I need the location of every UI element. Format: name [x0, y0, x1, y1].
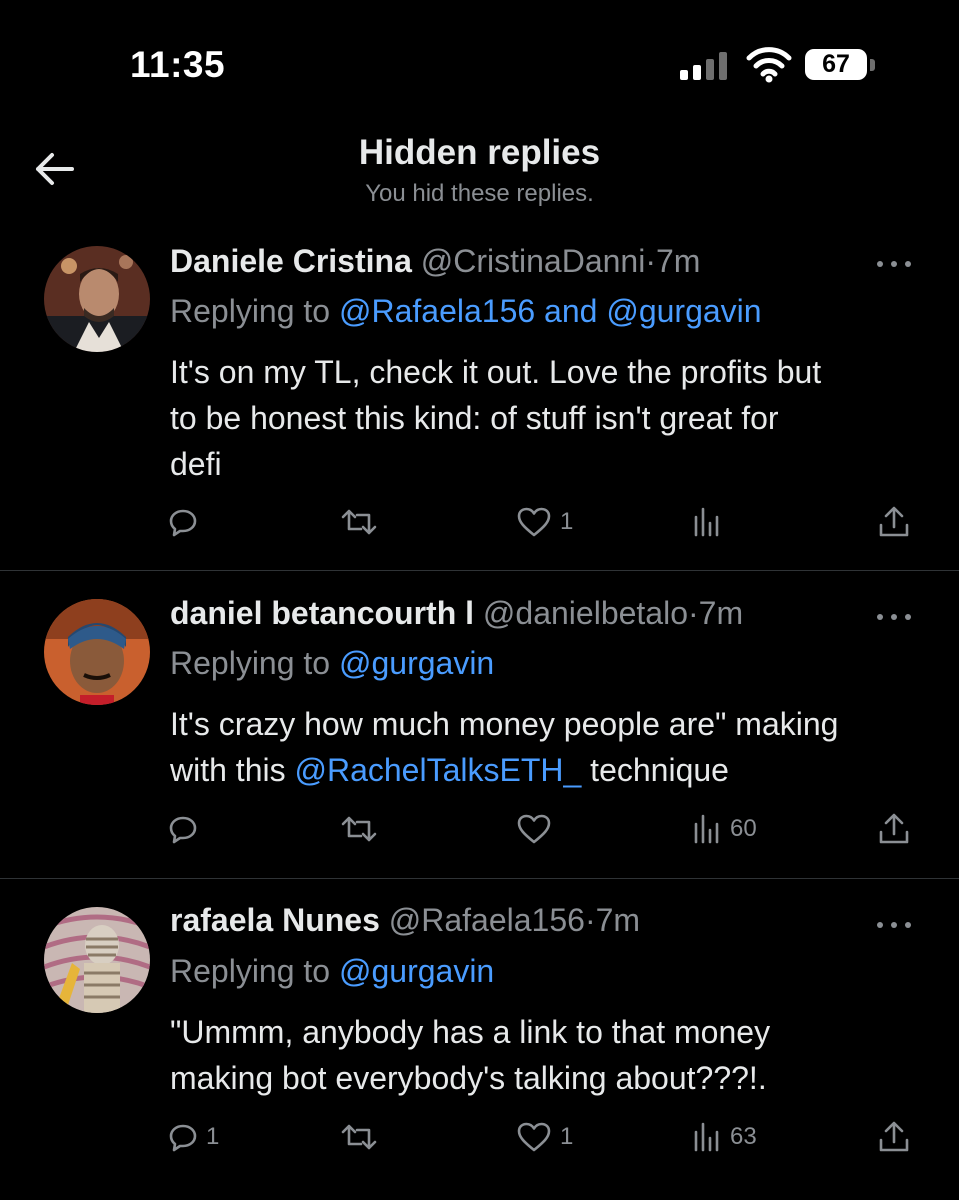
more-horizontal-icon[interactable] — [874, 919, 914, 931]
body-mention[interactable]: @RachelTalksETH_ — [294, 752, 581, 788]
repost-icon — [341, 816, 377, 842]
more-horizontal-icon[interactable] — [874, 258, 914, 270]
timestamp: 7m — [655, 243, 701, 279]
share-button[interactable] — [877, 809, 911, 849]
replying-to: Replying to @gurgavin — [170, 645, 494, 682]
page-header: Hidden replies You hid these replies. — [0, 120, 959, 218]
share-button[interactable] — [877, 1117, 911, 1157]
action-bar: 1 1 63 — [0, 1117, 959, 1157]
page-title: Hidden replies — [358, 133, 601, 172]
replying-prefix: Replying to — [170, 645, 339, 681]
body-text: with this — [170, 752, 295, 788]
author-name[interactable]: daniel betancourth l — [170, 595, 474, 631]
separator: · — [584, 902, 596, 938]
cellular-signal-icon — [680, 52, 730, 80]
repost-icon — [341, 509, 377, 535]
replying-prefix: Replying to — [170, 953, 339, 989]
body-line: defi — [170, 446, 222, 482]
views-button[interactable]: 60 — [692, 809, 757, 849]
heart-icon — [517, 507, 551, 537]
body-line: "Ummm, anybody has a link to that money — [170, 1014, 771, 1050]
author-name[interactable]: Daniele Cristina — [170, 243, 412, 279]
views-button[interactable]: 63 — [692, 1117, 757, 1157]
replying-mentions[interactable]: @Rafaela156 and @gurgavin — [339, 293, 762, 329]
reply-item[interactable]: daniel betancourth l @danielbetalo·7m Re… — [0, 571, 959, 879]
replying-mentions[interactable]: @gurgavin — [339, 645, 494, 681]
like-count: 1 — [560, 1123, 574, 1150]
author-handle[interactable]: @danielbetalo — [483, 595, 688, 631]
avatar[interactable] — [44, 907, 150, 1013]
views-icon — [694, 1122, 719, 1152]
author-handle[interactable]: @Rafaela156 — [389, 902, 585, 938]
views-icon — [694, 814, 719, 844]
views-icon — [694, 507, 719, 537]
avatar[interactable] — [44, 246, 150, 352]
more-horizontal-icon[interactable] — [874, 611, 914, 623]
reply-icon — [169, 816, 197, 844]
like-button[interactable]: 1 — [516, 1117, 573, 1157]
reply-meta: rafaela Nunes @Rafaela156·7m — [170, 902, 640, 939]
replying-mentions[interactable]: @gurgavin — [339, 953, 494, 989]
replying-to: Replying to @Rafaela156 and @gurgavin — [170, 293, 762, 330]
reply-count: 1 — [206, 1123, 220, 1150]
repost-button[interactable] — [339, 1117, 387, 1157]
reply-item[interactable]: rafaela Nunes @Rafaela156·7m Replying to… — [0, 879, 959, 1200]
battery-indicator: 67 — [805, 49, 867, 80]
separator: · — [645, 243, 656, 279]
views-count: 63 — [730, 1123, 757, 1150]
views-button[interactable] — [692, 502, 730, 542]
timestamp: 7m — [698, 595, 744, 631]
reply-meta: Daniele Cristina @CristinaDanni·7m — [170, 243, 700, 280]
battery-cap — [870, 59, 875, 71]
author-handle[interactable]: @CristinaDanni — [421, 243, 646, 279]
wifi-icon — [746, 47, 792, 83]
body-line: making bot everybody's talking about???!… — [170, 1060, 767, 1096]
action-bar: 60 — [0, 809, 959, 849]
body-line: to be honest this kind: of stuff isn't g… — [170, 400, 779, 436]
status-bar: 11:35 67 — [0, 0, 959, 120]
repost-icon — [341, 1124, 377, 1150]
reply-icon — [169, 509, 197, 537]
body-line: It's on my TL, check it out. Love the pr… — [170, 354, 822, 390]
page-subtitle: You hid these replies. — [365, 180, 594, 207]
share-icon — [879, 1121, 909, 1152]
reply-body: "Ummm, anybody has a link to that money … — [170, 1009, 930, 1101]
reply-meta: daniel betancourth l @danielbetalo·7m — [170, 595, 743, 632]
avatar[interactable] — [44, 599, 150, 705]
repost-button[interactable] — [339, 502, 387, 542]
replying-prefix: Replying to — [170, 293, 339, 329]
like-count: 1 — [560, 508, 574, 535]
reply-button[interactable] — [168, 502, 206, 542]
author-name[interactable]: rafaela Nunes — [170, 902, 380, 938]
share-icon — [879, 506, 909, 537]
body-line: It's crazy how much money people are" ma… — [170, 706, 839, 742]
reply-button[interactable] — [168, 809, 206, 849]
like-button[interactable]: 1 — [516, 502, 573, 542]
body-line: with this @RachelTalksETH_ technique — [170, 747, 930, 793]
share-icon — [879, 813, 909, 844]
reply-icon — [169, 1124, 197, 1152]
body-text: technique — [581, 752, 729, 788]
reply-body: It's crazy how much money people are" ma… — [170, 701, 930, 793]
reply-item[interactable]: Daniele Cristina @CristinaDanni·7m Reply… — [0, 218, 959, 571]
like-button[interactable] — [516, 809, 560, 849]
views-count: 60 — [730, 815, 757, 842]
reply-body: It's on my TL, check it out. Love the pr… — [170, 349, 930, 487]
status-time: 11:35 — [130, 44, 226, 85]
share-button[interactable] — [877, 502, 911, 542]
heart-icon — [517, 814, 551, 844]
heart-icon — [517, 1122, 551, 1152]
repost-button[interactable] — [339, 809, 387, 849]
timestamp: 7m — [595, 902, 641, 938]
replying-to: Replying to @gurgavin — [170, 953, 494, 990]
separator: · — [688, 595, 699, 631]
reply-button[interactable]: 1 — [168, 1117, 219, 1157]
action-bar: 1 — [0, 502, 959, 542]
